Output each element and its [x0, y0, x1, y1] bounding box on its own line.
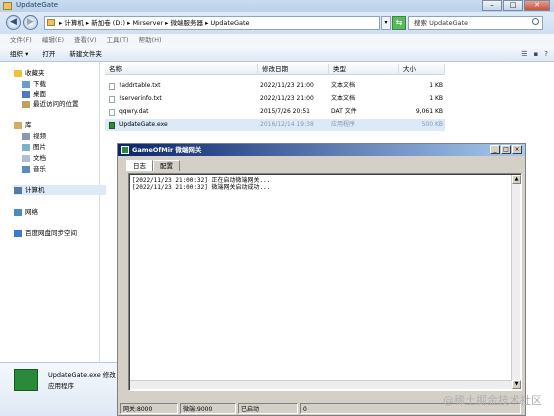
document-icon [22, 154, 30, 162]
column-size[interactable]: 大小 [399, 64, 445, 75]
download-icon [22, 80, 30, 88]
horizontal-scrollbar[interactable] [130, 380, 512, 389]
nav-baidu-sync[interactable]: 百度网盘同步空间 [14, 228, 77, 238]
nav-videos[interactable]: 视频 [22, 131, 46, 141]
app-icon [121, 146, 129, 154]
new-folder-button[interactable]: 新建文件夹 [69, 46, 102, 61]
scroll-up-icon[interactable]: ▲ [512, 175, 521, 184]
view-controls: ☰ ▪ ? [521, 48, 548, 60]
address-bar[interactable]: ▸ 计算机 ▸ 新加卷 (D:) ▸ Mirserver ▸ 微端服务器 ▸ U… [44, 16, 380, 30]
menu-view[interactable]: 查看(V) [74, 34, 97, 46]
view-options-icon[interactable]: ☰ [521, 48, 527, 60]
details-pane: UpdateGate.exe 修改 应用程序 [0, 362, 117, 416]
navigation-pane: 收藏夹 下载 桌面 最近访问的位置 库 视频 图片 文档 音乐 计算机 网络 百… [0, 62, 106, 362]
text-file-icon [109, 96, 115, 103]
address-row: ◀ ▶ ▸ 计算机 ▸ 新加卷 (D:) ▸ Mirserver ▸ 微端服务器… [0, 12, 554, 34]
menu-help[interactable]: 帮助(H) [139, 34, 162, 46]
tab-config[interactable]: 配置 [153, 160, 180, 171]
nav-music[interactable]: 音乐 [22, 164, 46, 174]
column-type[interactable]: 类型 [329, 64, 399, 75]
organize-button[interactable]: 组织 ▾ [10, 46, 28, 61]
nav-network[interactable]: 网络 [14, 207, 38, 217]
file-row[interactable]: !serverinfo.txt 2022/11/23 21:00 文本文档 1 … [105, 93, 445, 105]
maximize-button[interactable]: □ [503, 0, 523, 11]
recent-icon [22, 100, 30, 108]
scroll-down-icon[interactable]: ▼ [512, 380, 521, 389]
menu-tools[interactable]: 工具(T) [107, 34, 129, 46]
details-filetype: 应用程序 [48, 382, 74, 390]
computer-icon [47, 19, 55, 26]
window-title: UpdateGate [16, 1, 59, 9]
network-icon [14, 208, 22, 216]
nav-downloads[interactable]: 下载 [22, 79, 46, 89]
menu-bar: 文件(F) 编辑(E) 查看(V) 工具(T) 帮助(H) [0, 34, 554, 46]
log-textarea[interactable]: [2022/11/23 21:00:32] 正在启动微端网关... [2022/… [128, 173, 522, 391]
video-icon [22, 132, 30, 140]
cloud-icon [14, 229, 22, 237]
picture-icon [22, 143, 30, 151]
desktop-icon [22, 90, 30, 98]
file-row[interactable]: qqwry.dat 2015/7/26 20:51 DAT 文件 9,061 K… [105, 106, 445, 118]
command-bar: 组织 ▾ 打开 新建文件夹 [0, 46, 554, 62]
column-date[interactable]: 修改日期 [258, 64, 329, 75]
application-icon [109, 122, 115, 129]
refresh-button[interactable]: ⇆ [392, 16, 406, 30]
music-icon [22, 165, 30, 173]
window-controls: – □ ✕ [482, 0, 550, 11]
gateway-title: GameOfMir 微端网关 [132, 146, 202, 154]
explorer-title-bar: UpdateGate [0, 0, 554, 12]
search-input[interactable]: 搜索 UpdateGate [408, 16, 543, 30]
nav-desktop[interactable]: 桌面 [22, 89, 46, 99]
details-filename: UpdateGate.exe 修改 [48, 371, 116, 379]
address-dropdown-button[interactable]: ▾ [381, 16, 391, 30]
back-button[interactable]: ◀ [6, 15, 21, 30]
gateway-close-button[interactable]: × [512, 145, 522, 154]
column-header: 名称 修改日期 类型 大小 [105, 64, 445, 75]
gateway-maximize-button[interactable]: □ [501, 145, 511, 154]
library-icon [14, 121, 22, 129]
open-button[interactable]: 打开 [42, 46, 55, 61]
vertical-scrollbar[interactable]: ▲ ▼ [511, 175, 521, 389]
gateway-window: GameOfMir 微端网关 _ □ × 日志 配置 [2022/11/23 2… [117, 143, 526, 416]
log-line: [2022/11/23 21:00:32] 正在启动微端网关... [132, 177, 271, 184]
file-icon [109, 109, 115, 116]
menu-file[interactable]: 文件(F) [10, 34, 32, 46]
file-row-selected[interactable]: UpdateGate.exe 2016/12/14 19:38 应用程序 500… [105, 119, 445, 131]
gateway-window-controls: _ □ × [490, 145, 522, 154]
menu-edit[interactable]: 编辑(E) [42, 34, 64, 46]
nav-documents[interactable]: 文档 [22, 153, 46, 163]
text-file-icon [109, 83, 115, 90]
status-gateway-port: 网关:8000 [120, 403, 178, 414]
gateway-tabs: 日志 配置 [126, 160, 180, 171]
nav-computer[interactable]: 计算机 [14, 185, 106, 195]
status-state: 已启动 [238, 403, 298, 414]
file-row[interactable]: !addrtable.txt 2022/11/23 21:00 文本文档 1 K… [105, 80, 445, 92]
nav-libraries[interactable]: 库 [14, 120, 32, 130]
gateway-minimize-button[interactable]: _ [490, 145, 500, 154]
log-line: [2022/11/23 21:00:32] 微端网关启动成功... [132, 184, 271, 191]
computer-icon [14, 186, 22, 194]
gateway-title-bar: GameOfMir 微端网关 [118, 144, 525, 156]
minimize-button[interactable]: – [482, 0, 502, 11]
folder-icon [3, 2, 12, 10]
tab-log[interactable]: 日志 [126, 160, 153, 171]
watermark: @稀土掘金技术社区 [443, 394, 542, 407]
status-client-port: 微端:9000 [180, 403, 236, 414]
help-icon[interactable]: ? [544, 48, 548, 60]
star-icon [14, 69, 22, 77]
search-icon[interactable] [532, 18, 539, 25]
close-button[interactable]: ✕ [524, 0, 550, 11]
nav-favorites[interactable]: 收藏夹 [14, 68, 45, 78]
nav-recent[interactable]: 最近访问的位置 [22, 99, 79, 109]
preview-pane-icon[interactable]: ▪ [534, 48, 539, 60]
column-name[interactable]: 名称 [105, 64, 258, 75]
forward-button[interactable]: ▶ [23, 15, 38, 30]
nav-pictures[interactable]: 图片 [22, 142, 46, 152]
application-icon [14, 369, 38, 391]
